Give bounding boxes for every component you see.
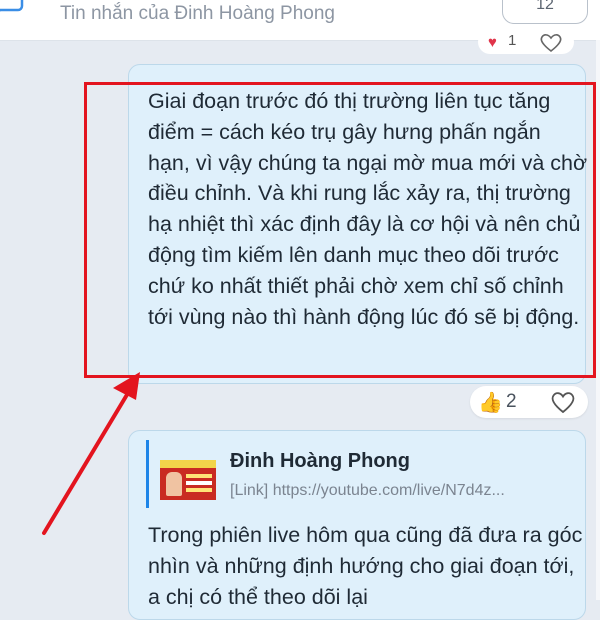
link-sender-name: Đinh Hoàng Phong [230, 450, 410, 472]
reaction-count: 2 [506, 391, 517, 412]
heart-outline-icon [540, 34, 562, 53]
heart-button[interactable] [548, 387, 578, 417]
video-thumbnail[interactable] [160, 460, 216, 500]
message-text: Giai đoạn trước đó thị trường liên tục t… [148, 89, 588, 329]
scroll-track [596, 40, 600, 600]
link-preview-card[interactable]: Đinh Hoàng Phong [Link] https://youtube.… [146, 440, 584, 516]
message-count-button[interactable]: 12 [502, 0, 588, 24]
previous-heart-button[interactable] [536, 30, 566, 54]
page-title: Tin nhắn của Đinh Hoàng Phong [60, 3, 335, 24]
heart-outline-icon [551, 392, 575, 414]
previous-reaction-bar[interactable]: ♥ 1 [478, 30, 574, 54]
reaction-bar[interactable]: 👍 2 [470, 386, 588, 418]
heart-filled-icon: ♥ [488, 34, 497, 51]
link-url[interactable]: [Link] https://youtube.com/live/N7d4z... [230, 482, 505, 500]
quote-bar [146, 440, 149, 508]
previous-reaction-count: 1 [508, 32, 517, 49]
link-message-text: Trong phiên live hôm qua cũng đã đưa ra … [148, 523, 583, 609]
thumbs-up-icon[interactable]: 👍 [478, 390, 503, 415]
chat-bubble-icon[interactable] [0, 0, 26, 20]
